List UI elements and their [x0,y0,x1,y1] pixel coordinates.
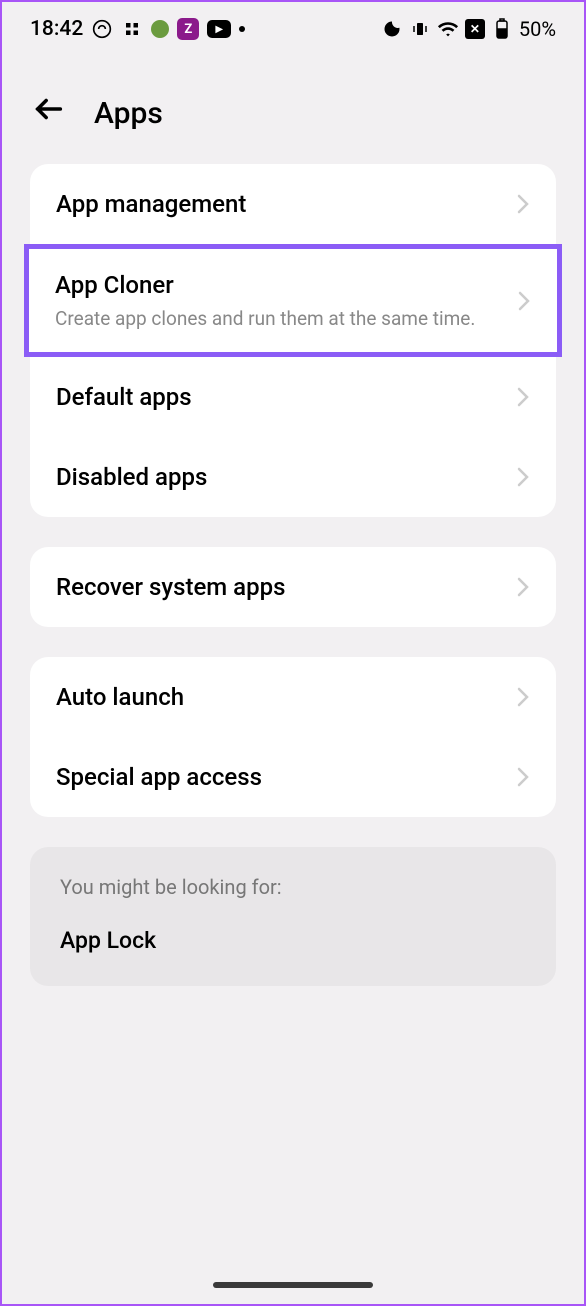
back-button[interactable] [32,92,66,134]
suggestion-card: You might be looking for: App Lock [30,847,556,986]
settings-group-2: Recover system apps [30,547,556,627]
settings-group-3: Auto launch Special app access [30,657,556,817]
app-management-item[interactable]: App management [30,164,556,244]
chevron-right-icon [516,193,530,215]
suggestion-header: You might be looking for: [60,875,526,899]
chevron-right-icon [516,386,530,408]
dnd-icon [381,18,403,40]
item-title: App management [56,190,516,218]
status-time: 18:42 [30,17,83,41]
item-title: Auto launch [56,683,516,711]
vibrate-icon [409,18,431,40]
app-cloner-item[interactable]: App Cloner Create app clones and run the… [29,249,557,352]
status-left: 18:42 Z ▶ [30,17,245,41]
settings-group-1b: Default apps Disabled apps [30,357,556,517]
page-header: Apps [2,52,584,164]
battery-percent: 50% [519,17,556,41]
status-right: ✕ 50% [381,17,556,41]
item-title: Special app access [56,763,516,791]
default-apps-item[interactable]: Default apps [30,357,556,437]
z-app-icon: Z [177,18,199,40]
recover-system-apps-item[interactable]: Recover system apps [30,547,556,627]
chevron-right-icon [516,766,530,788]
battery-icon [491,18,513,40]
settings-group-1: App management [30,164,556,244]
auto-launch-item[interactable]: Auto launch [30,657,556,737]
chevron-right-icon [516,576,530,598]
status-bar: 18:42 Z ▶ ✕ 50% [2,2,584,52]
more-dot-icon [239,26,245,32]
youtube-icon: ▶ [207,20,231,38]
signal-off-icon: ✕ [465,19,485,39]
special-app-access-item[interactable]: Special app access [30,737,556,817]
disabled-apps-item[interactable]: Disabled apps [30,437,556,517]
item-title: Disabled apps [56,463,516,491]
item-title: App Cloner [55,271,517,299]
item-title: Default apps [56,383,516,411]
item-title: Recover system apps [56,573,516,601]
app-dot-icon [151,20,169,38]
wifi-icon [437,18,459,40]
page-title: Apps [94,96,163,131]
chevron-right-icon [517,290,531,312]
item-subtitle: Create app clones and run them at the sa… [55,307,517,330]
chevron-right-icon [516,466,530,488]
nav-bar-handle[interactable] [213,1282,373,1288]
highlighted-item-box: App Cloner Create app clones and run the… [24,244,562,357]
whatsapp-icon [91,18,113,40]
suggestion-item[interactable]: App Lock [60,927,526,954]
slack-icon [121,18,143,40]
chevron-right-icon [516,686,530,708]
